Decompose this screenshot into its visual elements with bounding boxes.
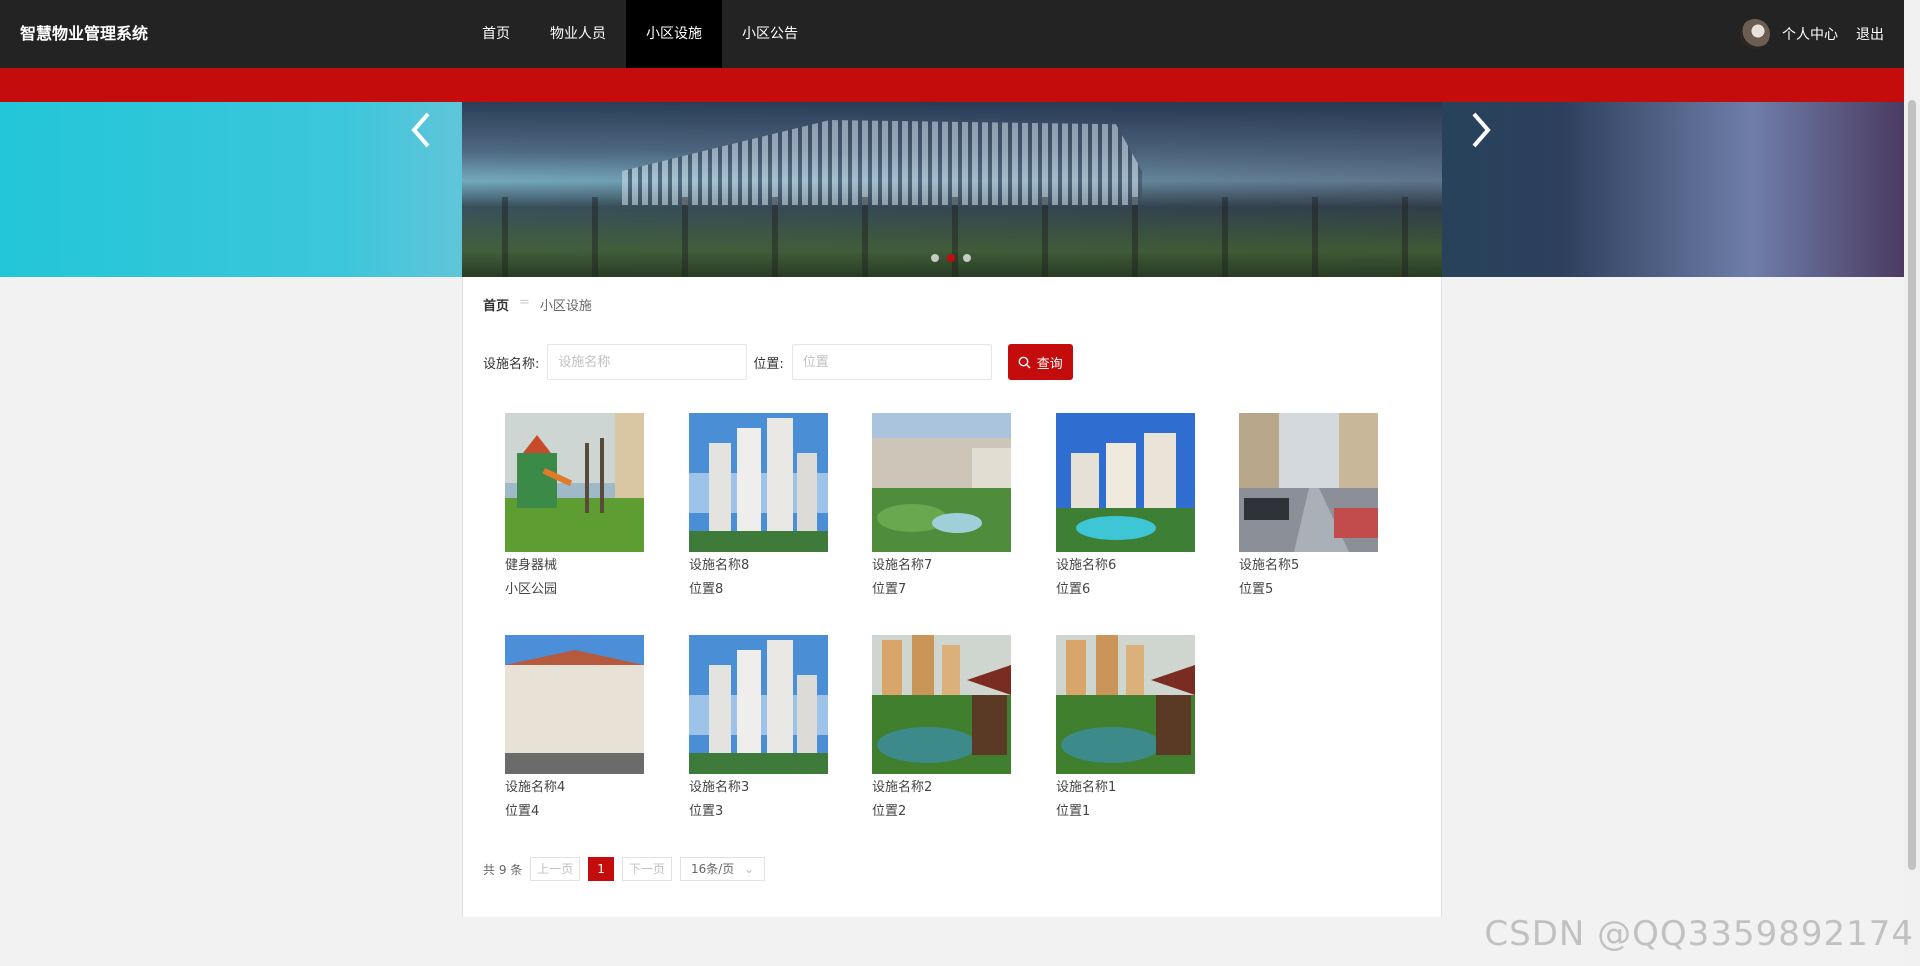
facility-image-parking-street[interactable] [1239, 413, 1378, 552]
facility-image-towers[interactable] [689, 413, 828, 552]
facility-name: 设施名称7 [872, 558, 933, 573]
facility-name: 设施名称4 [505, 780, 566, 795]
facility-location: 位置1 [1056, 804, 1091, 819]
facility-image-pond-pavilion[interactable] [872, 635, 1011, 774]
facility-card[interactable]: 设施名称7 位置7 [872, 413, 1012, 598]
chevron-down-icon: ⌄ [744, 862, 755, 876]
facility-card[interactable]: 健身器械 小区公园 [505, 413, 645, 598]
carousel-next-icon[interactable] [1466, 110, 1496, 150]
pagination: 共 9 条 上一页 1 下一页 16条/页 ⌄ [483, 857, 766, 881]
facility-card[interactable]: 设施名称4 位置4 [505, 635, 645, 820]
nav-item-home[interactable]: 首页 [462, 0, 530, 68]
nav-item-staff[interactable]: 物业人员 [530, 0, 626, 68]
main-nav: 首页 物业人员 小区设施 小区公告 [462, 0, 818, 68]
app-title: 智慧物业管理系统 [20, 24, 149, 43]
facility-location: 位置2 [872, 804, 907, 819]
facility-card[interactable]: 设施名称2 位置2 [872, 635, 1012, 820]
facility-image-garden-estate[interactable] [872, 413, 1011, 552]
logout-link[interactable]: 退出 [1856, 24, 1884, 44]
facility-name: 设施名称6 [1056, 558, 1117, 573]
accent-band [0, 68, 1904, 102]
watermark: CSDN @QQ3359892174 [1484, 914, 1914, 954]
facility-name: 设施名称2 [872, 780, 933, 795]
breadcrumb-separator: = [519, 295, 530, 310]
top-navbar: 智慧物业管理系统 首页 物业人员 小区设施 小区公告 个人中心 退出 [0, 0, 1904, 68]
banner-building-graphic [622, 120, 1142, 205]
facility-card[interactable]: 设施名称5 位置5 [1239, 413, 1379, 598]
search-form: 设施名称: 位置: 查询 [483, 344, 1073, 380]
facility-card[interactable]: 设施名称1 位置1 [1056, 635, 1196, 820]
facility-image-playground[interactable] [505, 413, 644, 552]
scrollbar[interactable] [1904, 0, 1920, 966]
carousel-dot[interactable] [963, 254, 971, 262]
facility-location: 位置5 [1239, 582, 1274, 597]
breadcrumb: 首页 = 小区设施 [483, 295, 592, 314]
facility-image-towers[interactable] [689, 635, 828, 774]
facility-location: 位置8 [689, 582, 724, 597]
user-area: 个人中心 退出 [1740, 0, 1884, 68]
total-count: 共 9 条 [483, 862, 523, 877]
prev-page-button[interactable]: 上一页 [530, 857, 581, 881]
nav-item-notices[interactable]: 小区公告 [722, 0, 818, 68]
page-size-select[interactable]: 16条/页 ⌄ [679, 857, 766, 881]
name-label: 设施名称: [483, 356, 540, 372]
facility-location: 位置4 [505, 804, 540, 819]
search-button-label: 查询 [1036, 356, 1063, 372]
page-number-button[interactable]: 1 [588, 857, 614, 881]
nav-item-facilities[interactable]: 小区设施 [626, 0, 722, 68]
facility-name: 设施名称1 [1056, 780, 1117, 795]
carousel-prev-icon[interactable] [406, 110, 436, 150]
carousel-dot[interactable] [947, 254, 955, 262]
carousel-indicators [931, 254, 971, 262]
facility-name: 设施名称5 [1239, 558, 1300, 573]
next-page-button[interactable]: 下一页 [621, 857, 672, 881]
banner-people-graphic [462, 197, 1442, 277]
facility-image-pool-estate[interactable] [1056, 413, 1195, 552]
facility-card[interactable]: 设施名称8 位置8 [689, 413, 829, 598]
facility-name-input[interactable] [547, 344, 748, 380]
search-icon [1018, 356, 1031, 368]
search-button[interactable]: 查询 [1007, 344, 1073, 380]
facility-name: 健身器械 [505, 558, 558, 573]
avatar[interactable] [1740, 19, 1770, 49]
facility-location: 位置6 [1056, 582, 1091, 597]
facility-location: 位置7 [872, 582, 907, 597]
facility-image-apartment-block[interactable] [505, 635, 644, 774]
carousel-dot[interactable] [931, 254, 939, 262]
banner-image [462, 102, 1442, 277]
profile-link[interactable]: 个人中心 [1782, 24, 1838, 44]
facility-name: 设施名称3 [689, 780, 750, 795]
location-input[interactable] [791, 344, 992, 380]
page-size-value: 16条/页 [690, 862, 735, 876]
facility-location: 小区公园 [505, 582, 558, 597]
location-label: 位置: [753, 356, 784, 372]
main-content: 首页 = 小区设施 设施名称: 位置: 查询 健身器 [462, 277, 1442, 917]
facility-name: 设施名称8 [689, 558, 750, 573]
breadcrumb-current: 小区设施 [539, 299, 592, 314]
breadcrumb-home[interactable]: 首页 [483, 295, 509, 314]
facility-card[interactable]: 设施名称3 位置3 [689, 635, 829, 820]
facility-image-pond-pavilion[interactable] [1056, 635, 1195, 774]
banner-carousel [0, 102, 1904, 277]
facility-location: 位置3 [689, 804, 724, 819]
scrollbar-thumb[interactable] [1908, 100, 1916, 870]
facility-card[interactable]: 设施名称6 位置6 [1056, 413, 1196, 598]
